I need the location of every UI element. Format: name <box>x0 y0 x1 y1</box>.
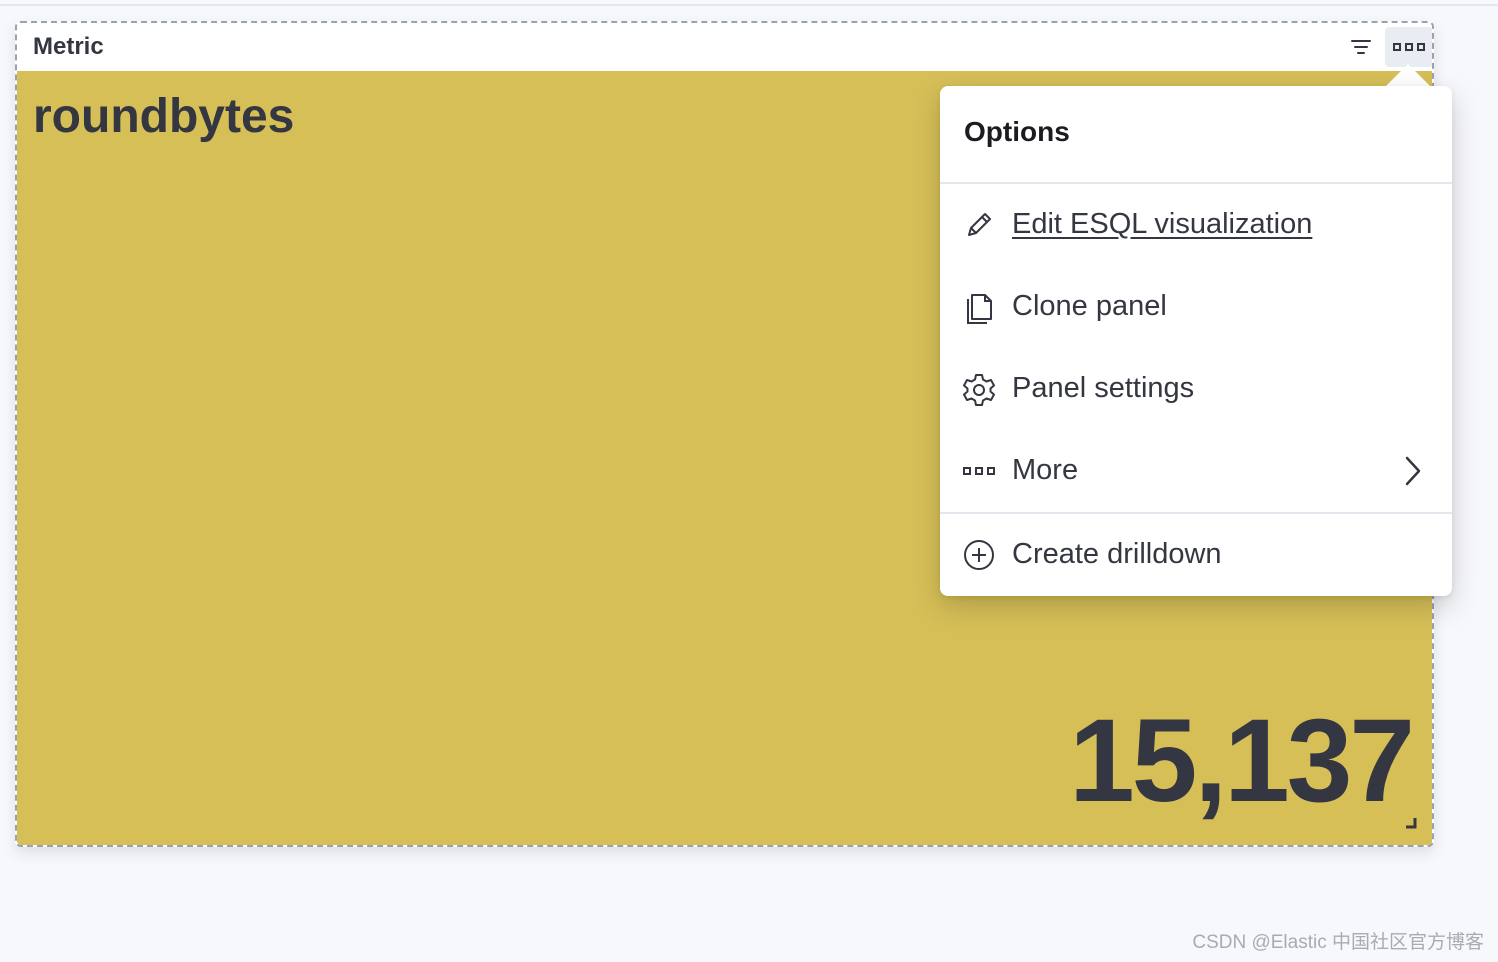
popover-title: Options <box>964 116 1070 147</box>
watermark: CSDN @Elastic 中国社区官方博客 <box>1192 932 1484 953</box>
menu-item-label: Edit ESQL visualization <box>1012 208 1313 240</box>
panel-options-button[interactable] <box>1385 27 1432 67</box>
menu-item-label: More <box>1012 454 1079 486</box>
menu-item-create-drilldown[interactable]: Create drilldown <box>940 526 1452 582</box>
menu-item-label: Panel settings <box>1012 372 1195 404</box>
menu-divider <box>940 182 1452 184</box>
menu-item-edit-esql-visualization[interactable]: Edit ESQL visualization <box>940 196 1452 252</box>
pencil-icon <box>962 208 996 242</box>
metric-label: roundbytes <box>33 90 295 143</box>
filter-icon[interactable] <box>1350 37 1372 57</box>
ellipsis-icon <box>962 454 996 488</box>
plus-circle-icon <box>962 538 996 572</box>
menu-item-more[interactable]: More <box>940 442 1452 498</box>
menu-item-clone-panel[interactable]: Clone panel <box>940 278 1452 334</box>
menu-item-label: Create drilldown <box>1012 538 1222 570</box>
panel-title: Metric <box>33 33 104 60</box>
popover-arrow <box>1384 64 1432 88</box>
options-popover: Options Edit ESQL visualization Clone pa… <box>940 86 1452 596</box>
ellipsis-icon <box>1393 43 1425 51</box>
menu-item-panel-settings[interactable]: Panel settings <box>940 360 1452 416</box>
chevron-right-icon <box>1405 456 1421 486</box>
metric-value: 15,137 <box>1069 695 1415 827</box>
top-divider <box>0 4 1498 6</box>
gear-icon <box>962 372 996 406</box>
panel-header: Metric <box>17 23 1432 71</box>
resize-handle-icon[interactable] <box>1405 817 1417 829</box>
copy-icon <box>962 290 996 324</box>
menu-item-label: Clone panel <box>1012 290 1167 322</box>
menu-divider <box>940 512 1452 514</box>
